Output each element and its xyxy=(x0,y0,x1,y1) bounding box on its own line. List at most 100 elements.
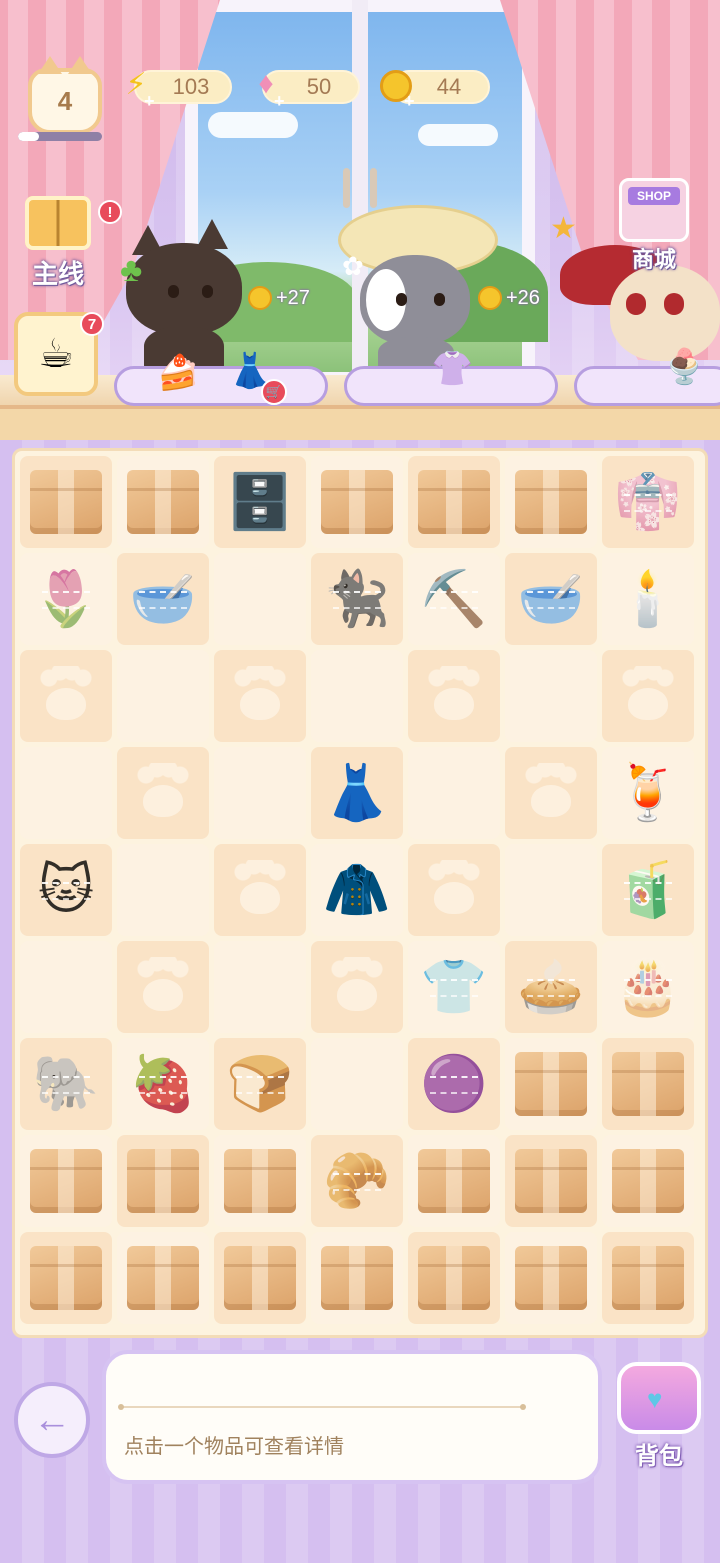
paw-tile[interactable] xyxy=(602,650,694,742)
cardboard-box-icon xyxy=(418,1149,490,1213)
cat-eye xyxy=(664,293,684,315)
board-cell[interactable]: 🐘 xyxy=(20,1038,112,1130)
order-plate-2[interactable]: 👚 xyxy=(344,350,558,406)
blue-coat-icon: 🧥 xyxy=(323,860,391,920)
board-cell[interactable]: 🍞 xyxy=(214,1038,306,1130)
heart-icon: ♥ xyxy=(647,1384,663,1414)
customer-1-reward: +27 xyxy=(248,286,310,310)
board-cell[interactable]: 🐱 xyxy=(20,844,112,936)
empty-cell[interactable] xyxy=(117,844,209,936)
board-cell[interactable] xyxy=(311,456,403,548)
board-cell[interactable] xyxy=(505,1232,597,1324)
board-cell[interactable]: 🧥 xyxy=(311,844,403,936)
info-divider xyxy=(118,1404,526,1410)
board-cell[interactable] xyxy=(20,1232,112,1324)
empty-cell[interactable] xyxy=(505,650,597,742)
level-badge[interactable]: 4 xyxy=(28,56,102,134)
paw-tile[interactable] xyxy=(117,747,209,839)
board-cell[interactable]: 🥣 xyxy=(505,553,597,645)
cobweb-icon xyxy=(430,591,478,609)
board-cell[interactable] xyxy=(505,456,597,548)
board-cell[interactable] xyxy=(602,1232,694,1324)
back-button[interactable]: ← xyxy=(14,1382,90,1458)
board-cell[interactable]: 🍓 xyxy=(117,1038,209,1130)
arrow-left-icon: ← xyxy=(33,1398,71,1441)
board-cell[interactable]: 🍹 xyxy=(602,747,694,839)
coffee-orders-button[interactable]: ☕ 7 xyxy=(14,312,104,396)
shop-button[interactable]: SHOP 商城 xyxy=(612,178,696,278)
order-plate-1[interactable]: 🍰 👗 🛒 xyxy=(114,352,328,406)
parfait-icon: 🍨 xyxy=(663,348,706,386)
board-cell[interactable] xyxy=(214,1232,306,1324)
cobweb-icon xyxy=(333,1173,381,1191)
board-cell[interactable]: 🕯️ xyxy=(602,553,694,645)
empty-cell[interactable] xyxy=(311,1038,403,1130)
board-cell[interactable] xyxy=(602,1135,694,1227)
empty-cell[interactable] xyxy=(20,747,112,839)
board-cell[interactable]: 🥣 xyxy=(117,553,209,645)
board-cell[interactable]: 👘 xyxy=(602,456,694,548)
empty-cell[interactable] xyxy=(20,941,112,1033)
board-cell[interactable] xyxy=(408,1232,500,1324)
add-energy-icon[interactable]: + xyxy=(144,92,158,110)
backpack-button[interactable]: ♥ 背包 xyxy=(606,1362,712,1474)
board-cell[interactable] xyxy=(117,1135,209,1227)
alert-badge: ! xyxy=(98,200,122,224)
board-cell[interactable]: 🥐 xyxy=(311,1135,403,1227)
paw-tile[interactable] xyxy=(505,747,597,839)
empty-cell[interactable] xyxy=(214,941,306,1033)
board-cell[interactable]: 🎂 xyxy=(602,941,694,1033)
board-cell[interactable]: 🗄️ xyxy=(214,456,306,548)
board-cell[interactable] xyxy=(311,1232,403,1324)
mainline-quest-button[interactable]: 主线 ! xyxy=(16,196,122,292)
order-plate-3[interactable]: 🍨 xyxy=(574,348,720,406)
board-cell[interactable]: 🌷 xyxy=(20,553,112,645)
board-cell[interactable]: 🟣 xyxy=(408,1038,500,1130)
paw-tile[interactable] xyxy=(214,844,306,936)
board-cell[interactable]: 👗 xyxy=(311,747,403,839)
paw-tile[interactable] xyxy=(311,941,403,1033)
customer-1[interactable]: ♣ xyxy=(110,205,260,375)
paw-tile[interactable] xyxy=(408,844,500,936)
board-cell[interactable] xyxy=(602,1038,694,1130)
drawer-cabinet-icon: 🗄️ xyxy=(226,472,294,532)
empty-cell[interactable] xyxy=(311,650,403,742)
empty-cell[interactable] xyxy=(214,747,306,839)
paw-tile[interactable] xyxy=(20,650,112,742)
empty-cell[interactable] xyxy=(117,650,209,742)
board-cell[interactable]: 🧃 xyxy=(602,844,694,936)
board-cell[interactable] xyxy=(505,1038,597,1130)
board-cell[interactable] xyxy=(408,456,500,548)
cobweb-icon xyxy=(624,882,672,900)
add-coins-icon[interactable]: + xyxy=(404,92,418,110)
board-cell[interactable] xyxy=(408,1135,500,1227)
board-cell[interactable]: 👕 xyxy=(408,941,500,1033)
board-cell[interactable] xyxy=(117,456,209,548)
empty-cell[interactable] xyxy=(505,844,597,936)
board-cell[interactable] xyxy=(505,1135,597,1227)
empty-cell[interactable] xyxy=(214,553,306,645)
reward-value: +27 xyxy=(276,286,310,309)
board-cell[interactable] xyxy=(117,1232,209,1324)
board-cell[interactable] xyxy=(214,1135,306,1227)
cat-eye xyxy=(202,285,213,298)
cat-head xyxy=(126,243,242,335)
paw-tile[interactable] xyxy=(408,650,500,742)
board-cell[interactable] xyxy=(20,1135,112,1227)
backpack-label: 背包 xyxy=(635,1443,683,1470)
paw-tile[interactable] xyxy=(214,650,306,742)
board-cell[interactable]: 🥧 xyxy=(505,941,597,1033)
cardboard-box-icon xyxy=(515,1149,587,1213)
cardboard-box-icon xyxy=(612,1246,684,1310)
empty-cell[interactable] xyxy=(408,747,500,839)
board-cell[interactable]: 🐈‍⬛ xyxy=(311,553,403,645)
add-gems-icon[interactable]: + xyxy=(274,92,288,110)
board-cell[interactable]: ⛏️ xyxy=(408,553,500,645)
energy-value: 103 xyxy=(172,74,210,99)
shop-label: 商城 xyxy=(631,247,676,272)
board-cell[interactable] xyxy=(20,456,112,548)
backpack-icon: ♥ xyxy=(617,1362,701,1434)
paw-tile[interactable] xyxy=(117,941,209,1033)
customer-2-reward: +26 xyxy=(478,286,540,310)
shop-sign: SHOP xyxy=(628,187,680,205)
